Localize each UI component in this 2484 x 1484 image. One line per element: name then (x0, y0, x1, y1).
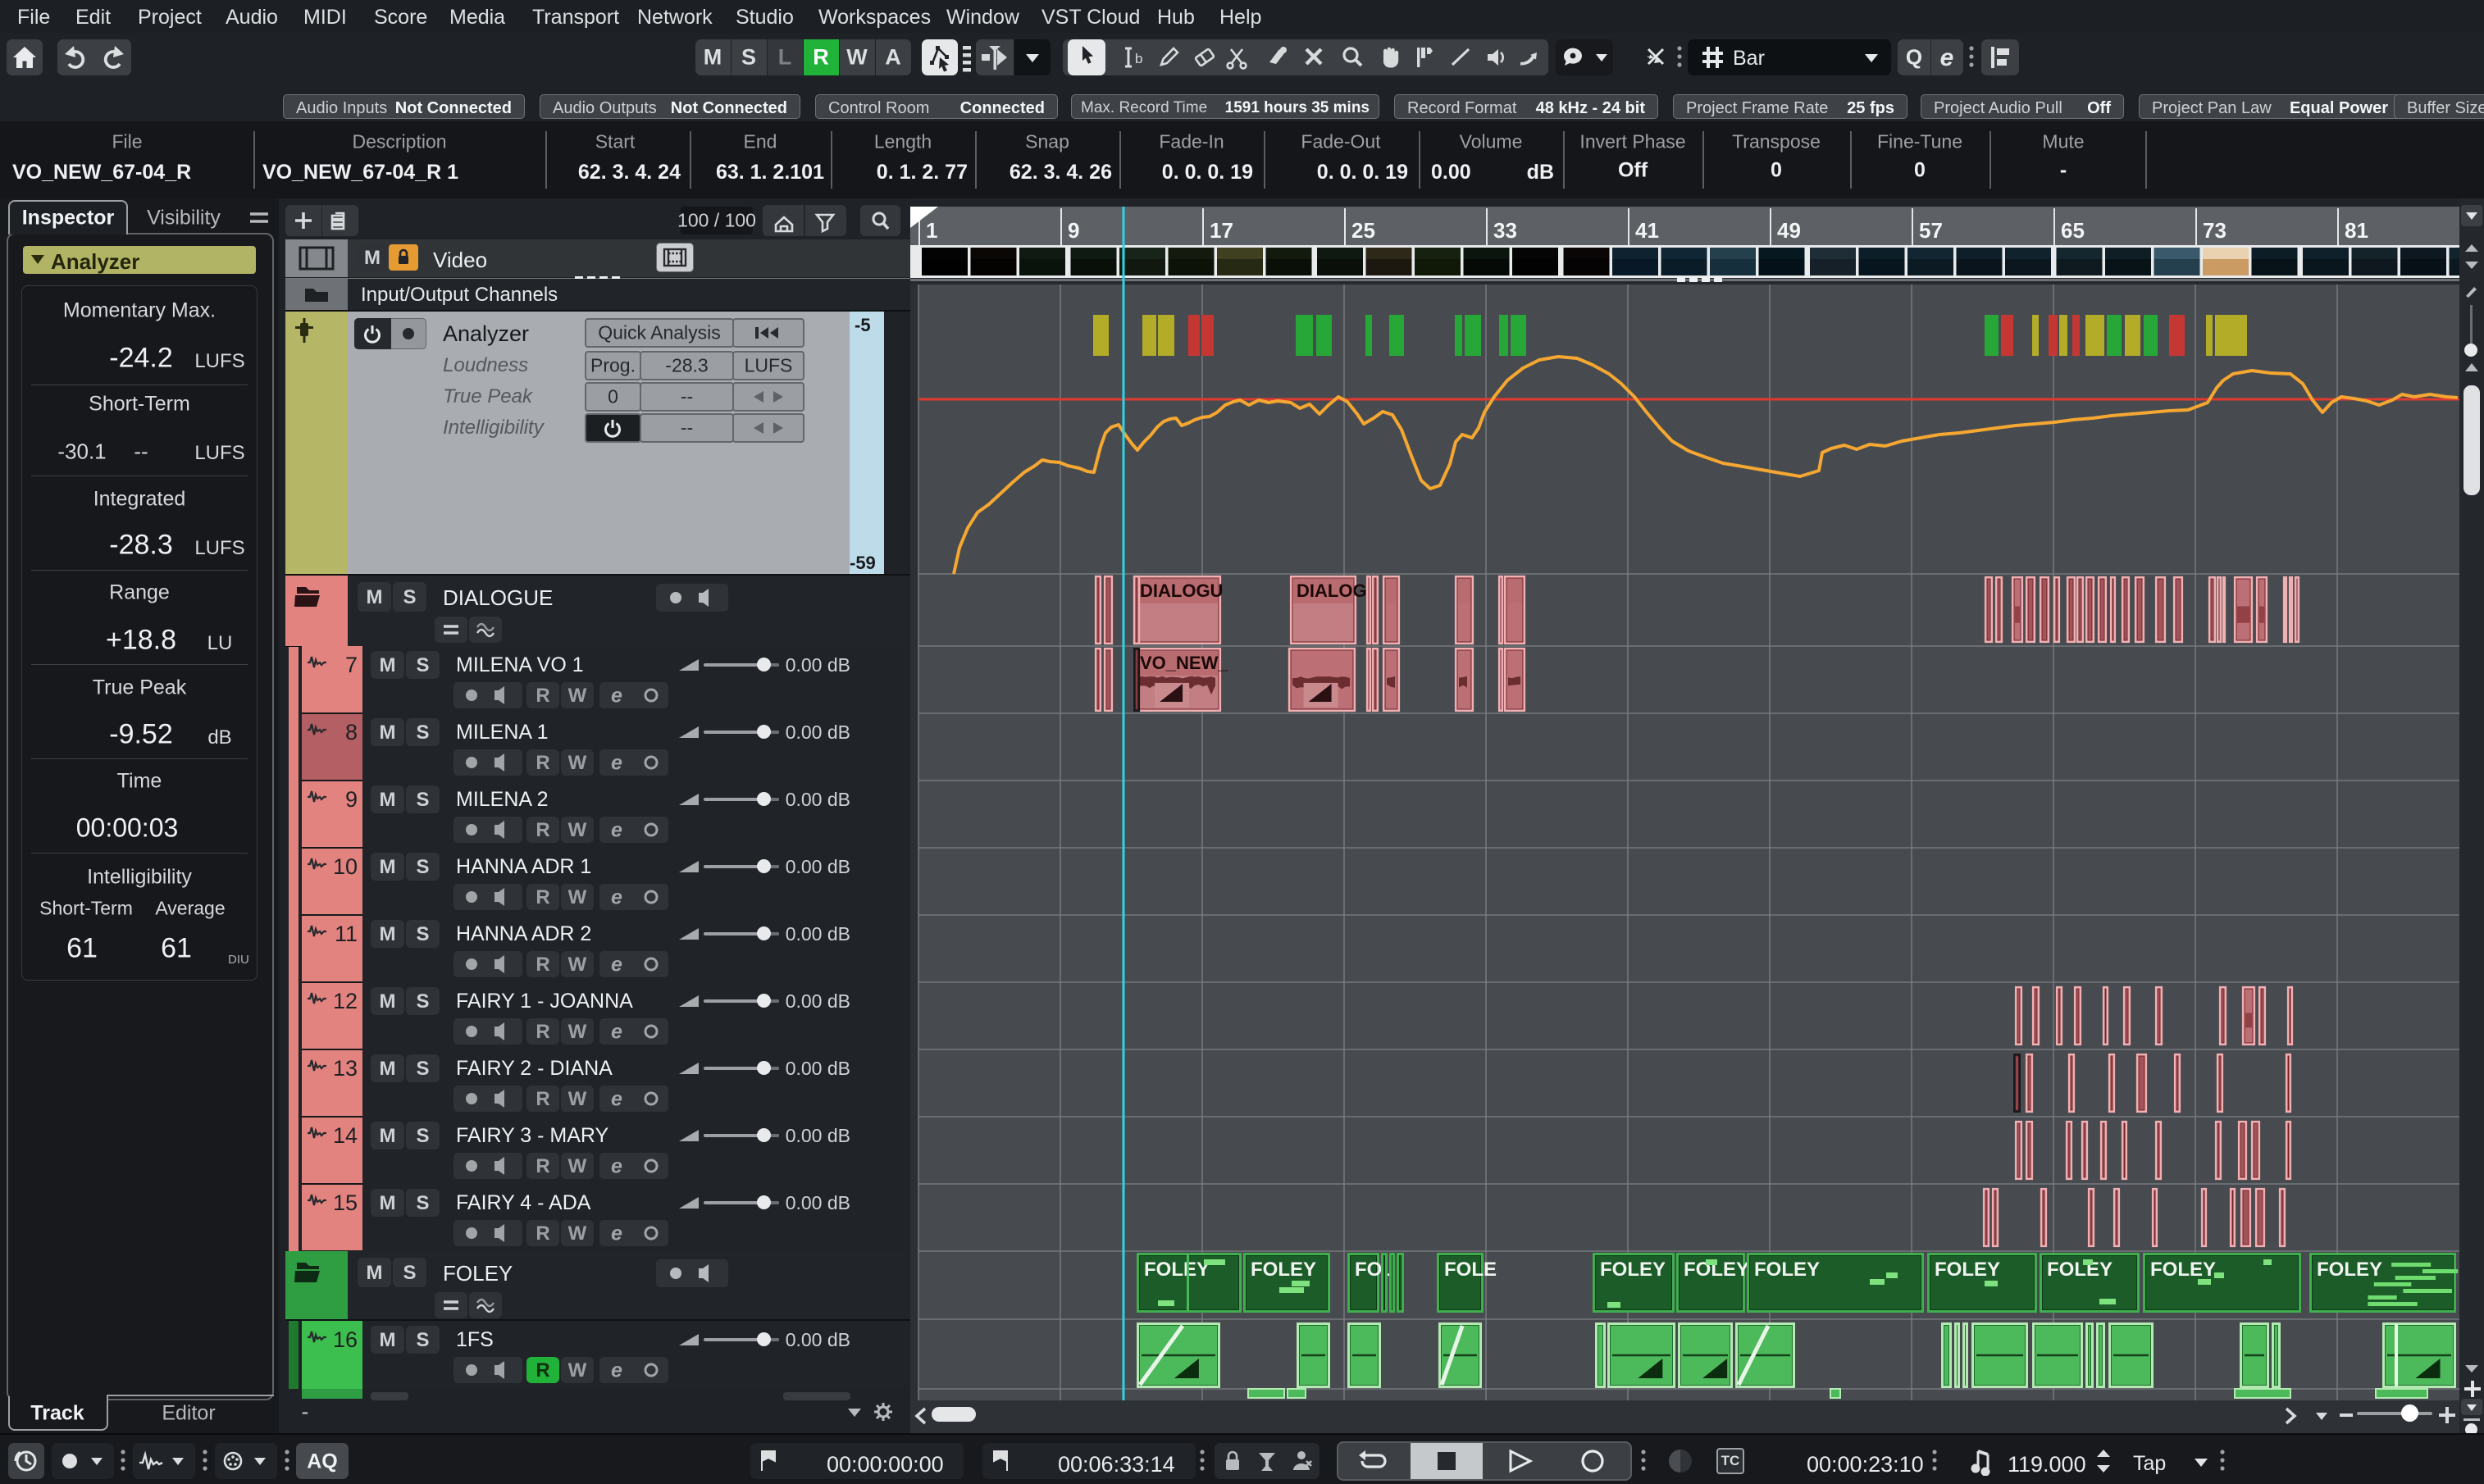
svg-text:9: 9 (1068, 218, 1079, 243)
svg-text:b: b (1135, 51, 1142, 66)
svg-text:65: 65 (2061, 218, 2085, 243)
svg-text:81: 81 (2345, 218, 2368, 243)
svg-text:FOL: FOL (1355, 1259, 1394, 1281)
svg-text:FOLEY: FOLEY (1754, 1259, 1820, 1281)
svg-text:FOLEY: FOLEY (2047, 1259, 2113, 1281)
svg-text:FOLEY: FOLEY (1935, 1259, 2000, 1281)
svg-text:57: 57 (1919, 218, 1943, 243)
svg-text:FOLEY: FOLEY (2150, 1259, 2216, 1281)
svg-text:FOLEY: FOLEY (2317, 1259, 2382, 1281)
svg-text:FOLEY: FOLEY (1251, 1259, 1316, 1281)
svg-text:1: 1 (926, 218, 937, 243)
svg-text:FOLEY: FOLEY (1600, 1259, 1666, 1281)
svg-text:33: 33 (1493, 218, 1517, 243)
svg-text:VO_NEW_: VO_NEW_ (1140, 653, 1228, 673)
svg-text:DIALOG: DIALOG (1297, 580, 1367, 601)
svg-text:FOLE: FOLE (1444, 1259, 1497, 1281)
svg-text:73: 73 (2203, 218, 2226, 243)
svg-text:49: 49 (1777, 218, 1801, 243)
svg-text:DIALOGU: DIALOGU (1140, 580, 1223, 601)
svg-text:FOLEY: FOLEY (1144, 1259, 1210, 1281)
svg-text:41: 41 (1635, 218, 1659, 243)
svg-text:25: 25 (1351, 218, 1375, 243)
svg-text:17: 17 (1210, 218, 1233, 243)
